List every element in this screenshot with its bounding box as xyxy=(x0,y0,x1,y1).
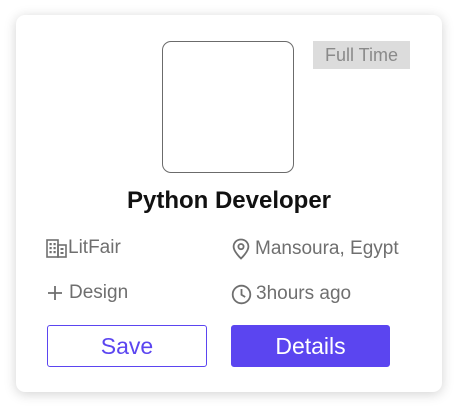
company-name: LitFair xyxy=(68,237,121,258)
save-button[interactable]: Save xyxy=(47,325,207,367)
job-card: Full Time Python Developer LitFair Manso… xyxy=(16,15,442,392)
company-logo-placeholder xyxy=(162,41,294,173)
posted-time-text: 3hours ago xyxy=(256,283,352,304)
plus-icon xyxy=(47,285,63,301)
job-title: Python Developer xyxy=(126,187,332,214)
category-info: Design xyxy=(47,282,128,304)
clock-icon xyxy=(231,284,252,305)
employment-type-badge: Full Time xyxy=(313,41,410,69)
posted-time-info: 3hours ago xyxy=(231,283,351,305)
location-info: Mansoura, Egypt xyxy=(232,238,399,260)
building-icon xyxy=(46,238,68,258)
company-info: LitFair xyxy=(46,237,121,259)
map-pin-icon xyxy=(232,238,250,260)
details-button[interactable]: Details xyxy=(231,325,390,367)
location-text: Mansoura, Egypt xyxy=(255,238,399,259)
category-text: Design xyxy=(69,282,129,303)
